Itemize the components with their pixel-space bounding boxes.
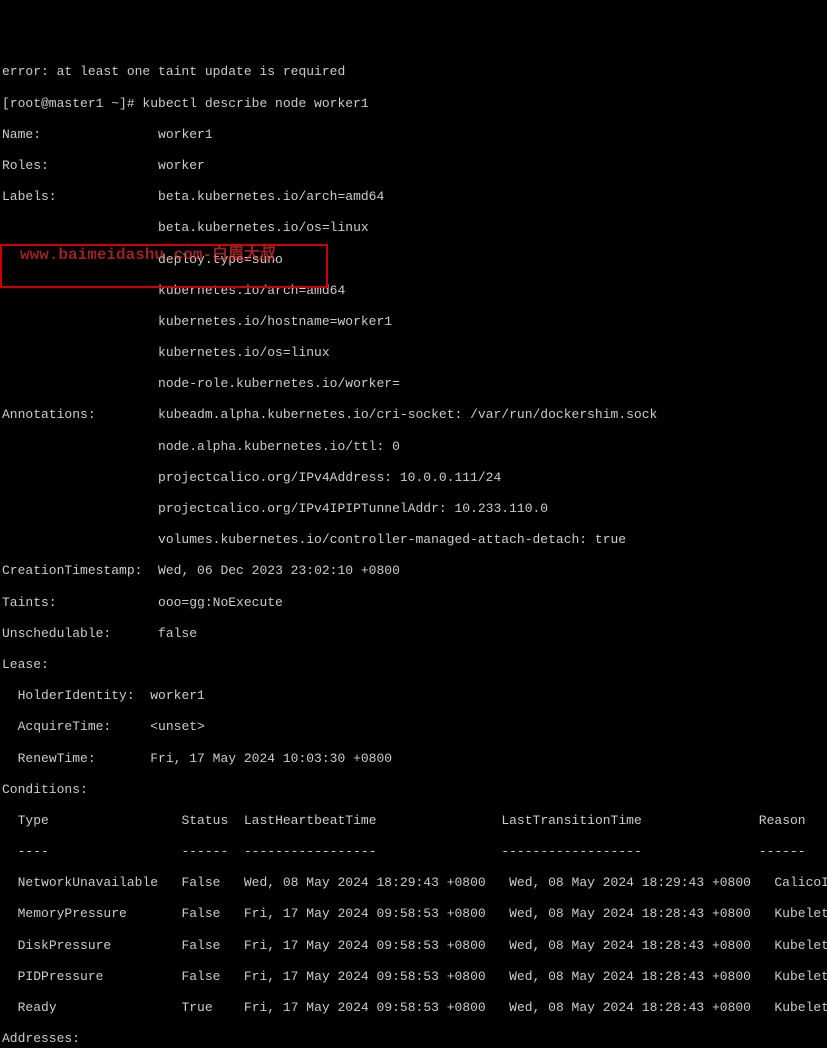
taints-label: Taints:	[2, 595, 57, 610]
error-line: error: at least one taint update is requ…	[2, 64, 825, 80]
label-line: node-role.kubernetes.io/worker=	[2, 376, 825, 392]
roles-label: Roles:	[2, 158, 49, 173]
conditions-row: Conditions:	[2, 782, 825, 798]
cond-row-4: Ready True Fri, 17 May 2024 09:58:53 +08…	[2, 1000, 825, 1016]
renew-label: RenewTime:	[18, 751, 96, 766]
cond-sep-row: ---- ------ ----------------- ----------…	[2, 844, 825, 860]
cond-reason-s: ------	[759, 844, 806, 859]
unsched-value: false	[158, 626, 197, 641]
label-line: kubernetes.io/os=linux	[2, 345, 825, 361]
cond-reason: KubeletHasSufficien	[774, 969, 827, 984]
cond-reason: CalicoIsUp	[774, 875, 827, 890]
unsched-row: Unschedulable: false	[2, 626, 825, 642]
cond-hb-h: LastHeartbeatTime	[244, 813, 377, 828]
label-5: kubernetes.io/os=linux	[158, 345, 330, 360]
cond-type: Ready	[18, 1000, 57, 1015]
renew-value: Fri, 17 May 2024 10:03:30 +0800	[150, 751, 392, 766]
label-line: beta.kubernetes.io/os=linux	[2, 220, 825, 236]
cond-status-s: ------	[181, 844, 228, 859]
cond-tr: Wed, 08 May 2024 18:28:43 +0800	[509, 1000, 751, 1015]
cond-status: False	[181, 875, 220, 890]
creation-value: Wed, 06 Dec 2023 23:02:10 +0800	[158, 563, 400, 578]
cond-tr: Wed, 08 May 2024 18:28:43 +0800	[509, 906, 751, 921]
cond-type: MemoryPressure	[18, 906, 127, 921]
cond-status: False	[181, 969, 220, 984]
cond-reason-h: Reason	[759, 813, 806, 828]
annotations-label: Annotations:	[2, 407, 96, 422]
addresses-row: Addresses:	[2, 1031, 825, 1047]
cond-hb: Wed, 08 May 2024 18:29:43 +0800	[244, 875, 486, 890]
label-2: deploy.type=suno	[158, 252, 283, 267]
taints-value: ooo=gg:NoExecute	[158, 595, 283, 610]
taints-row: Taints: ooo=gg:NoExecute	[2, 595, 825, 611]
unsched-label: Unschedulable:	[2, 626, 111, 641]
acquire-value: <unset>	[150, 719, 205, 734]
holder-value: worker1	[150, 688, 205, 703]
roles-row: Roles: worker	[2, 158, 825, 174]
annotation-0: kubeadm.alpha.kubernetes.io/cri-socket: …	[158, 407, 657, 422]
cond-reason: KubeletReady	[774, 1000, 827, 1015]
cond-status: False	[181, 906, 220, 921]
labels-row: Labels: beta.kubernetes.io/arch=amd64	[2, 189, 825, 205]
cond-tr-h: LastTransitionTime	[501, 813, 641, 828]
annotation-1: node.alpha.kubernetes.io/ttl: 0	[158, 439, 400, 454]
cond-tr: Wed, 08 May 2024 18:28:43 +0800	[509, 938, 751, 953]
label-3: kubernetes.io/arch=amd64	[158, 283, 345, 298]
acquire-label: AcquireTime:	[18, 719, 112, 734]
cond-reason: KubeletHasNoDiskPre	[774, 938, 827, 953]
labels-label: Labels:	[2, 189, 57, 204]
annotation-3: projectcalico.org/IPv4IPIPTunnelAddr: 10…	[158, 501, 548, 516]
cond-status-h: Status	[181, 813, 228, 828]
cond-header-row: Type Status LastHeartbeatTime LastTransi…	[2, 813, 825, 829]
annotation-line: projectcalico.org/IPv4IPIPTunnelAddr: 10…	[2, 501, 825, 517]
cond-hb: Fri, 17 May 2024 09:58:53 +0800	[244, 1000, 486, 1015]
name-label: Name:	[2, 127, 41, 142]
cond-type: NetworkUnavailable	[18, 875, 158, 890]
cond-hb: Fri, 17 May 2024 09:58:53 +0800	[244, 906, 486, 921]
cond-row-3: PIDPressure False Fri, 17 May 2024 09:58…	[2, 969, 825, 985]
cond-reason: KubeletHasSufficien	[774, 906, 827, 921]
cond-type: PIDPressure	[18, 969, 104, 984]
command-prompt: [root@master1 ~]# kubectl describe node …	[2, 96, 825, 112]
holder-row: HolderIdentity: worker1	[2, 688, 825, 704]
cond-tr-s: ------------------	[501, 844, 641, 859]
annotation-line: projectcalico.org/IPv4Address: 10.0.0.11…	[2, 470, 825, 486]
cond-hb: Fri, 17 May 2024 09:58:53 +0800	[244, 938, 486, 953]
label-line: deploy.type=suno	[2, 252, 825, 268]
label-0: beta.kubernetes.io/arch=amd64	[158, 189, 384, 204]
annotation-line: volumes.kubernetes.io/controller-managed…	[2, 532, 825, 548]
cond-status: True	[181, 1000, 212, 1015]
cond-hb-s: -----------------	[244, 844, 377, 859]
label-4: kubernetes.io/hostname=worker1	[158, 314, 392, 329]
label-1: beta.kubernetes.io/os=linux	[158, 220, 369, 235]
cond-tr: Wed, 08 May 2024 18:28:43 +0800	[509, 969, 751, 984]
renew-row: RenewTime: Fri, 17 May 2024 10:03:30 +08…	[2, 751, 825, 767]
cond-type: DiskPressure	[18, 938, 112, 953]
cond-row-1: MemoryPressure False Fri, 17 May 2024 09…	[2, 906, 825, 922]
roles-value: worker	[158, 158, 205, 173]
holder-label: HolderIdentity:	[18, 688, 135, 703]
annotation-4: volumes.kubernetes.io/controller-managed…	[158, 532, 626, 547]
cond-type-s: ----	[18, 844, 49, 859]
annotation-line: node.alpha.kubernetes.io/ttl: 0	[2, 439, 825, 455]
name-value: worker1	[158, 127, 213, 142]
annotation-2: projectcalico.org/IPv4Address: 10.0.0.11…	[158, 470, 501, 485]
cond-tr: Wed, 08 May 2024 18:29:43 +0800	[509, 875, 751, 890]
label-6: node-role.kubernetes.io/worker=	[158, 376, 400, 391]
name-row: Name: worker1	[2, 127, 825, 143]
creation-row: CreationTimestamp: Wed, 06 Dec 2023 23:0…	[2, 563, 825, 579]
label-line: kubernetes.io/arch=amd64	[2, 283, 825, 299]
cond-row-2: DiskPressure False Fri, 17 May 2024 09:5…	[2, 938, 825, 954]
cond-status: False	[181, 938, 220, 953]
cond-type-h: Type	[18, 813, 49, 828]
acquire-row: AcquireTime: <unset>	[2, 719, 825, 735]
creation-label: CreationTimestamp:	[2, 563, 142, 578]
lease-row: Lease:	[2, 657, 825, 673]
label-line: kubernetes.io/hostname=worker1	[2, 314, 825, 330]
annotations-row: Annotations: kubeadm.alpha.kubernetes.io…	[2, 407, 825, 423]
cond-row-0: NetworkUnavailable False Wed, 08 May 202…	[2, 875, 825, 891]
cond-hb: Fri, 17 May 2024 09:58:53 +0800	[244, 969, 486, 984]
